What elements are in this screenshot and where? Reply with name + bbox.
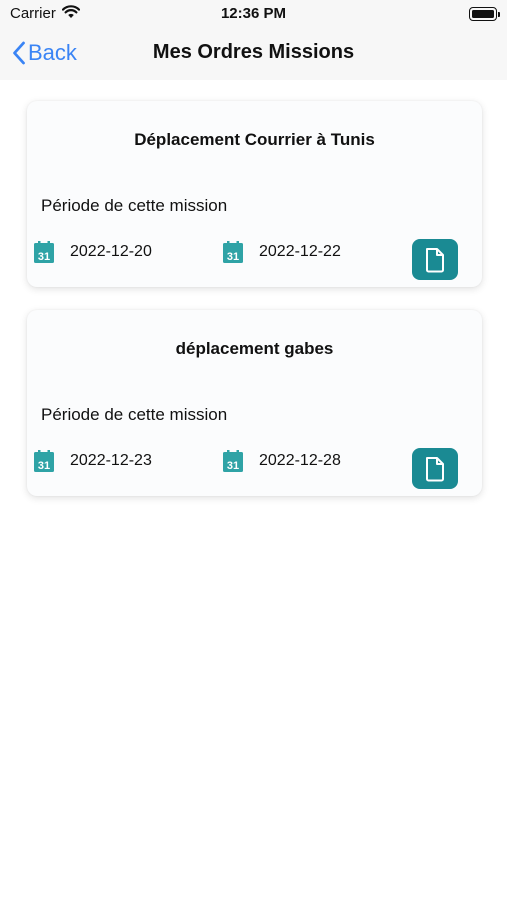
- status-bar: Carrier 12:36 PM: [0, 0, 507, 28]
- start-date: 31 2022-12-23: [34, 450, 152, 472]
- document-button[interactable]: [412, 239, 458, 280]
- svg-text:31: 31: [227, 251, 239, 263]
- mission-title: déplacement gabes: [175, 339, 334, 358]
- document-icon: [426, 456, 444, 481]
- mission-card: déplacement gabes Période de cette missi…: [27, 310, 482, 496]
- clock-time: 12:36 PM: [220, 5, 287, 22]
- document-icon: [426, 247, 444, 272]
- period-label: Période de cette mission: [41, 405, 228, 424]
- battery-icon: [469, 7, 500, 21]
- start-date: 31 2022-12-20: [34, 241, 152, 263]
- navigation-bar: Back Mes Ordres Missions: [0, 28, 507, 80]
- document-button[interactable]: [412, 448, 458, 489]
- end-date-text: 2022-12-28: [259, 452, 341, 469]
- start-date-text: 2022-12-20: [70, 243, 152, 260]
- mission-card: Déplacement Courrier à Tunis Période de …: [27, 101, 482, 287]
- svg-text:31: 31: [38, 460, 50, 472]
- period-label: Période de cette mission: [41, 196, 228, 215]
- calendar-icon: 31: [34, 450, 54, 472]
- calendar-icon: 31: [223, 241, 243, 263]
- svg-text:31: 31: [38, 251, 50, 263]
- start-date-text: 2022-12-23: [70, 452, 152, 469]
- end-date-text: 2022-12-22: [259, 243, 341, 260]
- end-date: 31 2022-12-22: [223, 241, 341, 263]
- svg-text:31: 31: [227, 460, 239, 472]
- end-date: 31 2022-12-28: [223, 450, 341, 472]
- page-title: Mes Ordres Missions: [152, 41, 355, 63]
- mission-title: Déplacement Courrier à Tunis: [134, 130, 375, 149]
- calendar-icon: 31: [223, 450, 243, 472]
- calendar-icon: 31: [34, 241, 54, 263]
